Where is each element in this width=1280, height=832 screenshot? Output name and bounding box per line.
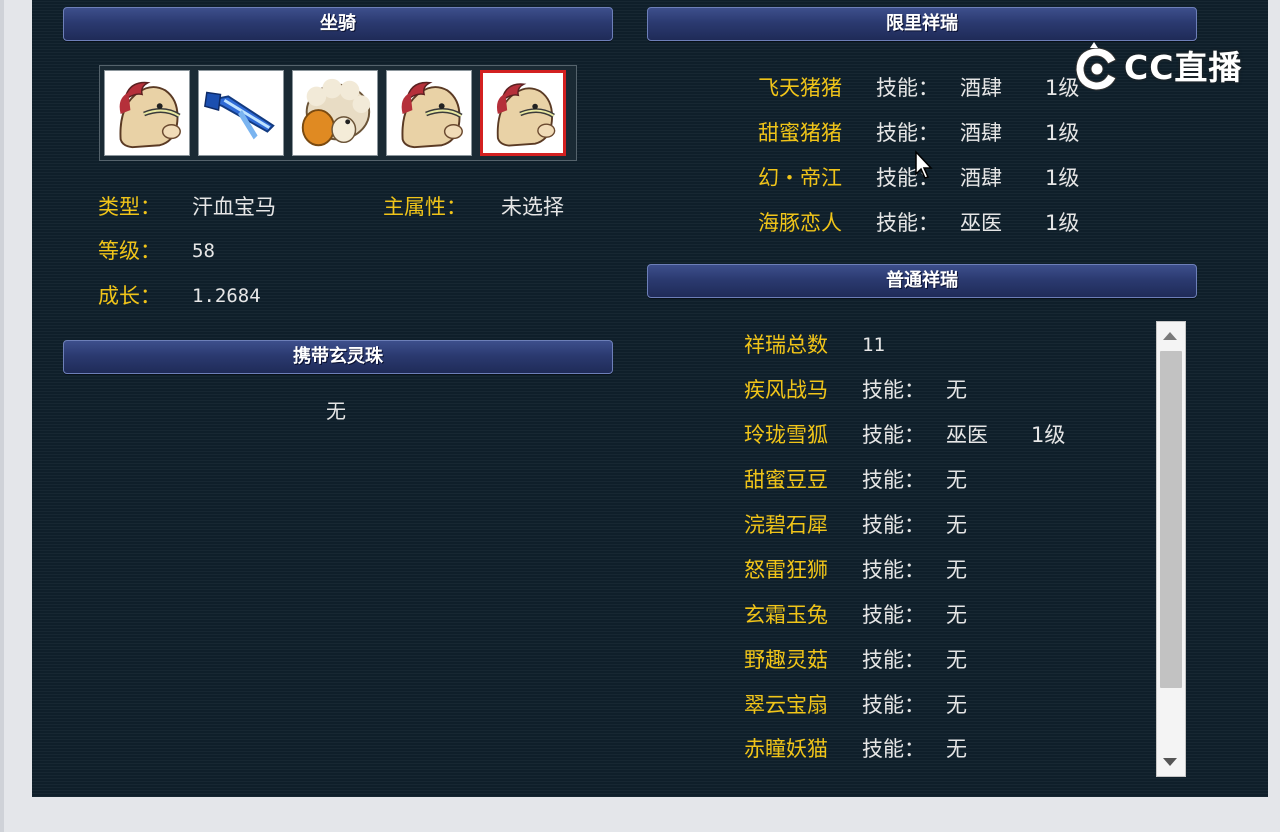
skill-label: 技能： bbox=[862, 648, 925, 672]
skill-value: 无 bbox=[946, 558, 967, 582]
horse-mount-icon bbox=[119, 81, 181, 149]
skill-label: 技能： bbox=[876, 76, 939, 100]
mount-type-value: 汗血宝马 bbox=[192, 195, 276, 219]
mount-level-label: 等级： bbox=[98, 239, 161, 263]
watermark-text: CC直播 bbox=[1124, 48, 1243, 87]
skill-label: 技能： bbox=[862, 603, 925, 627]
limited-name: 海豚恋人 bbox=[758, 211, 842, 235]
mount-thumb-1[interactable] bbox=[104, 70, 190, 156]
skill-level: 1级 bbox=[1045, 166, 1080, 190]
skill-level: 1级 bbox=[1045, 121, 1080, 145]
normal-name: 怒雷狂狮 bbox=[744, 558, 828, 582]
cc-live-logo-icon bbox=[1075, 42, 1117, 91]
mount-thumb-3[interactable] bbox=[292, 70, 378, 156]
horse-mount-icon bbox=[496, 83, 556, 147]
skill-label: 技能： bbox=[862, 423, 925, 447]
main-attr-value: 未选择 bbox=[501, 195, 564, 219]
skill-label: 技能： bbox=[862, 468, 925, 492]
skill-label: 技能： bbox=[862, 378, 925, 402]
skill-value: 无 bbox=[946, 603, 967, 627]
skill-value: 酒肆 bbox=[960, 121, 1002, 145]
skill-value: 无 bbox=[946, 378, 967, 402]
mouse-cursor-icon bbox=[915, 150, 933, 179]
skill-value: 无 bbox=[946, 737, 967, 761]
normal-name: 赤瞳妖猫 bbox=[744, 737, 828, 761]
skill-value: 无 bbox=[946, 468, 967, 492]
normal-name: 野趣灵菇 bbox=[744, 648, 828, 672]
window-edge bbox=[0, 0, 4, 832]
skill-label: 技能： bbox=[862, 737, 925, 761]
normal-name: 玄霜玉兔 bbox=[744, 603, 828, 627]
skill-label: 技能： bbox=[862, 513, 925, 537]
limited-name: 飞天猪猪 bbox=[758, 76, 842, 100]
skill-label: 技能： bbox=[876, 121, 939, 145]
skill-value: 无 bbox=[946, 648, 967, 672]
mount-thumb-2[interactable] bbox=[198, 70, 284, 156]
scroll-down-arrow-icon[interactable] bbox=[1163, 758, 1177, 766]
orbs-header: 携带玄灵珠 bbox=[63, 340, 613, 374]
orbs-value: 无 bbox=[326, 399, 346, 423]
skill-value: 酒肆 bbox=[960, 166, 1002, 190]
mount-header: 坐骑 bbox=[63, 7, 613, 41]
skill-label: 技能： bbox=[876, 211, 939, 235]
mount-level-value: 58 bbox=[192, 240, 215, 262]
skill-level: 1级 bbox=[1045, 211, 1080, 235]
normal-name: 甜蜜豆豆 bbox=[744, 468, 828, 492]
skill-value: 巫医 bbox=[960, 211, 1002, 235]
horse-mount-icon bbox=[401, 81, 463, 149]
skill-level: 1级 bbox=[1031, 423, 1066, 447]
skill-value: 无 bbox=[946, 693, 967, 717]
normal-name: 玲珑雪狐 bbox=[744, 423, 828, 447]
main-attr-label: 主属性： bbox=[383, 195, 467, 219]
normal-list-scrollbar[interactable] bbox=[1156, 321, 1186, 777]
limited-header: 限里祥瑞 bbox=[647, 7, 1197, 41]
mount-thumb-4[interactable] bbox=[386, 70, 472, 156]
skill-value: 无 bbox=[946, 513, 967, 537]
mount-thumb-5-selected[interactable] bbox=[480, 70, 566, 156]
scroll-up-arrow-icon[interactable] bbox=[1163, 332, 1177, 340]
skill-label: 技能： bbox=[862, 558, 925, 582]
limited-name: 甜蜜猪猪 bbox=[758, 121, 842, 145]
mount-growth-label: 成长： bbox=[98, 284, 161, 308]
skill-value: 巫医 bbox=[946, 423, 988, 447]
mount-growth-value: 1.2684 bbox=[192, 285, 261, 307]
normal-name: 疾风战马 bbox=[744, 378, 828, 402]
total-value: 11 bbox=[862, 334, 885, 356]
limited-name: 幻・帝江 bbox=[758, 166, 842, 190]
mount-thumbnail-strip bbox=[99, 65, 577, 161]
normal-name: 翠云宝扇 bbox=[744, 693, 828, 717]
sheep-mount-icon bbox=[301, 78, 371, 147]
skill-value: 酒肆 bbox=[960, 76, 1002, 100]
cc-live-watermark: CC直播 bbox=[1070, 42, 1242, 94]
blue-sword-mount-icon bbox=[204, 91, 275, 140]
total-label: 祥瑞总数 bbox=[744, 333, 828, 357]
normal-header: 普通祥瑞 bbox=[647, 264, 1197, 298]
normal-name: 浣碧石犀 bbox=[744, 513, 828, 537]
skill-label: 技能： bbox=[862, 693, 925, 717]
scroll-thumb[interactable] bbox=[1160, 351, 1182, 688]
mount-type-label: 类型： bbox=[98, 195, 161, 219]
